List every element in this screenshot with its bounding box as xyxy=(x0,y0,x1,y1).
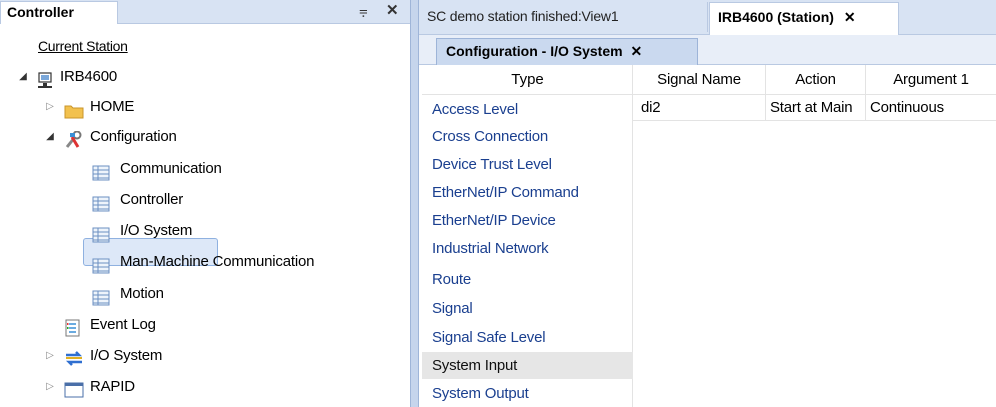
collapse-arrow-icon[interactable]: ◢ xyxy=(18,62,28,92)
type-item-ethernet-ip-command[interactable]: EtherNet/IP Command xyxy=(422,179,633,206)
rapid-icon xyxy=(64,379,84,398)
type-item-access-level[interactable]: Access Level xyxy=(422,96,633,123)
type-item-route[interactable]: Route xyxy=(422,266,633,293)
tree-item-label: IRB4600 xyxy=(60,68,117,85)
collapse-arrow-icon[interactable]: ◢ xyxy=(45,122,55,152)
document-area: SC demo station finished:View1 IRB4600 (… xyxy=(419,0,996,407)
tab-label: IRB4600 (Station) xyxy=(718,9,834,25)
table-icon xyxy=(92,223,110,243)
tree-item-label: I/O System xyxy=(90,347,163,364)
type-item-cross-connection[interactable]: Cross Connection xyxy=(422,123,633,150)
tree-item-label: I/O System xyxy=(120,222,193,239)
tree-item-event-log[interactable]: Event Log xyxy=(0,310,400,340)
tree-item-label: Event Log xyxy=(90,316,156,333)
folder-icon xyxy=(64,99,84,119)
table-cell-argument-1[interactable]: Continuous xyxy=(866,95,996,121)
type-item-system-input[interactable]: System Input xyxy=(422,352,633,379)
expand-arrow-icon[interactable]: ▷ xyxy=(45,92,55,122)
tree-item-man-machine-communication[interactable]: Man-Machine Communication xyxy=(0,247,400,277)
current-station-link[interactable]: Current Station xyxy=(38,38,128,54)
table-icon xyxy=(92,192,110,212)
table-icon xyxy=(92,286,110,306)
tree-item-motion[interactable]: Motion xyxy=(0,279,400,309)
controller-panel-header: Controller ⩦ ✕ xyxy=(0,0,410,24)
close-icon[interactable]: ✕ xyxy=(844,9,856,25)
type-item-signal-safe-level[interactable]: Signal Safe Level xyxy=(422,324,633,351)
tab-irb4600-station[interactable]: IRB4600 (Station) ✕ xyxy=(709,2,899,35)
tree-item-io-system-config[interactable]: I/O System xyxy=(0,216,400,246)
system-input-table: Signal Name Action Argument 1 di2 Start … xyxy=(633,65,996,407)
type-column-header[interactable]: Type xyxy=(422,65,633,95)
type-item-industrial-network[interactable]: Industrial Network xyxy=(422,235,633,262)
column-header-argument-1[interactable]: Argument 1 xyxy=(866,65,996,95)
tree-item-label: Communication xyxy=(120,160,222,177)
tree-item-label: Man-Machine Communication xyxy=(120,253,315,270)
type-item-ethernet-ip-device[interactable]: EtherNet/IP Device xyxy=(422,207,633,234)
tree-item-io-system[interactable]: ▷ I/O System xyxy=(0,341,400,371)
tree-item-home[interactable]: ▷ HOME xyxy=(0,92,400,122)
controller-tree: Current Station ◢ IRB4600 ▷ HOME ◢ Confi… xyxy=(0,24,410,407)
tab-label: SC demo station finished:View1 xyxy=(427,8,619,24)
close-icon[interactable]: ✕ xyxy=(386,2,399,20)
column-header-action[interactable]: Action xyxy=(766,65,866,95)
tree-item-label: HOME xyxy=(90,98,135,115)
tree-item-communication[interactable]: Communication xyxy=(0,154,400,184)
tree-item-irb4600[interactable]: ◢ IRB4600 xyxy=(0,62,400,92)
expand-arrow-icon[interactable]: ▷ xyxy=(45,372,55,402)
tree-item-configuration[interactable]: ◢ Configuration xyxy=(0,122,400,152)
controller-panel: Controller ⩦ ✕ Current Station ◢ IRB4600… xyxy=(0,0,410,407)
tree-item-label: Configuration xyxy=(90,128,177,145)
event-log-icon xyxy=(64,317,82,337)
tools-icon xyxy=(64,129,82,148)
table-cell-action[interactable]: Start at Main xyxy=(766,95,866,121)
tab-sc-demo-view[interactable]: SC demo station finished:View1 xyxy=(419,2,708,32)
tab-label: Configuration - I/O System xyxy=(446,43,623,59)
tree-item-label: Motion xyxy=(120,285,164,302)
type-item-signal[interactable]: Signal xyxy=(422,295,633,322)
controller-panel-title[interactable]: Controller xyxy=(0,1,118,24)
pin-icon[interactable]: ⩦ xyxy=(359,2,368,20)
column-header-signal-name[interactable]: Signal Name xyxy=(633,65,766,95)
io-system-icon xyxy=(64,348,83,366)
tree-item-controller[interactable]: Controller xyxy=(0,185,400,215)
table-icon xyxy=(92,254,110,274)
configuration-tab-strip: Configuration - I/O System ✕ xyxy=(419,35,996,65)
panel-splitter[interactable] xyxy=(410,0,419,407)
tree-item-label: Controller xyxy=(120,191,184,208)
expand-arrow-icon[interactable]: ▷ xyxy=(45,341,55,371)
document-tab-strip: SC demo station finished:View1 IRB4600 (… xyxy=(419,0,996,35)
type-item-device-trust-level[interactable]: Device Trust Level xyxy=(422,151,633,178)
controller-icon xyxy=(37,69,55,88)
type-item-system-output[interactable]: System Output xyxy=(422,380,633,407)
table-icon xyxy=(92,161,110,181)
tree-item-rapid[interactable]: ▷ RAPID xyxy=(0,372,400,402)
type-list: Type Access Level Cross Connection Devic… xyxy=(422,65,633,407)
table-cell-signal-name[interactable]: di2 xyxy=(633,95,766,121)
close-icon[interactable]: ✕ xyxy=(630,43,642,59)
tree-item-label: RAPID xyxy=(90,378,135,395)
tab-configuration-io-system[interactable]: Configuration - I/O System ✕ xyxy=(436,38,698,65)
